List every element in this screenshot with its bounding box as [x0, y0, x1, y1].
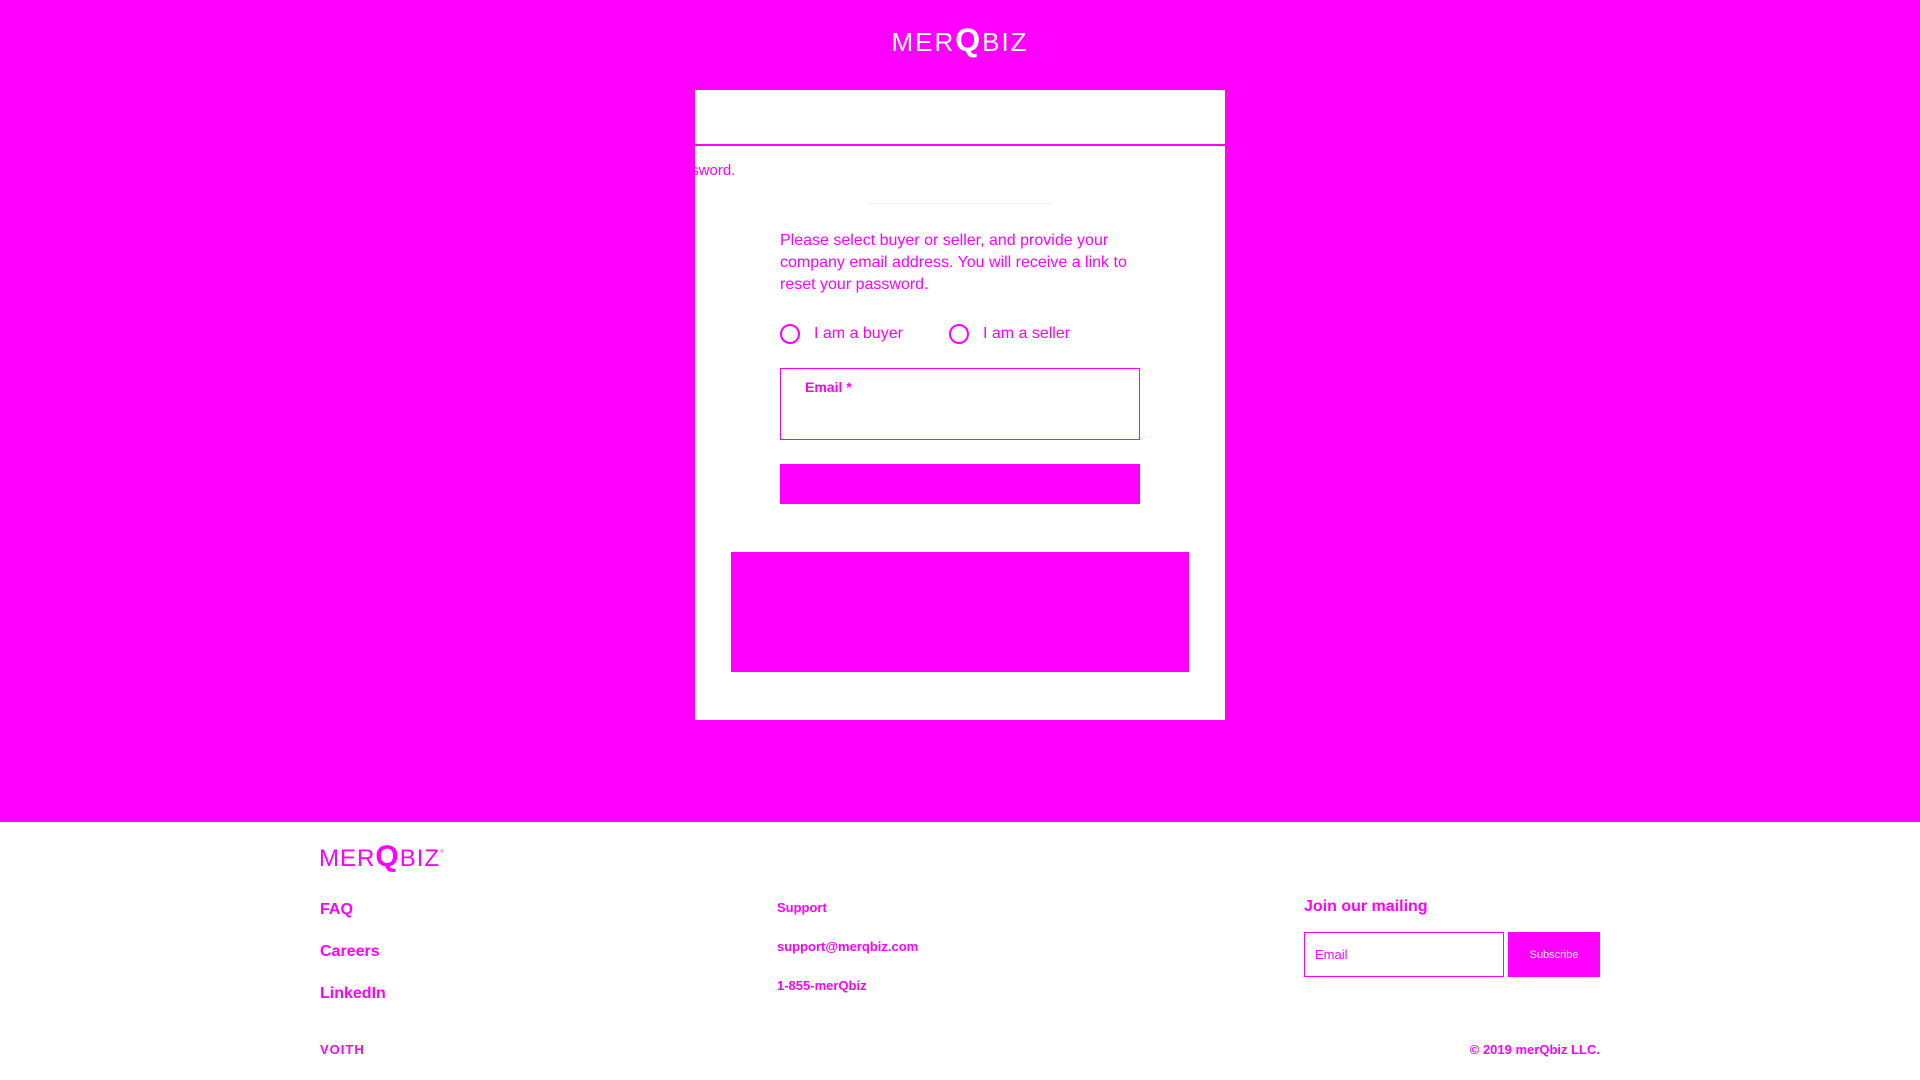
- submit-button[interactable]: [780, 464, 1140, 504]
- radio-buyer-label[interactable]: I am a buyer: [814, 325, 903, 343]
- footer-link-faq[interactable]: FAQ: [320, 898, 386, 922]
- radio-seller[interactable]: I am a seller: [948, 324, 1070, 344]
- footer-logo-suffix: BIZ: [399, 845, 441, 872]
- footer-logo-q: Q: [375, 840, 400, 873]
- instructions-text: Please select buyer or seller, and provi…: [780, 232, 1127, 293]
- radio-buyer[interactable]: I am a buyer: [780, 324, 903, 344]
- support-title: Support: [777, 900, 827, 915]
- radio-buyer-circle[interactable]: [780, 324, 800, 344]
- email-input[interactable]: [805, 403, 1119, 431]
- radio-seller-label[interactable]: I am a seller: [983, 325, 1070, 343]
- info-block: [731, 552, 1189, 672]
- footer-logo[interactable]: MERQBIZ°: [319, 840, 445, 874]
- overflow-text: password.: [691, 162, 736, 179]
- footer-link-linkedin[interactable]: LinkedIn: [320, 982, 386, 1006]
- mailing-title: Join our mailing: [1304, 898, 1428, 915]
- subscribe-button[interactable]: Subscribe: [1508, 932, 1600, 977]
- logo-text-q: Q: [955, 22, 983, 58]
- email-label: Email *: [805, 379, 852, 395]
- footer-links: FAQ Careers LinkedIn: [320, 898, 386, 1024]
- support-phone-link[interactable]: 1-855-merQbiz: [777, 976, 918, 996]
- logo-text-prefix: MER: [891, 27, 956, 57]
- footer-link-careers[interactable]: Careers: [320, 940, 386, 964]
- copyright-text: © 2019 merQbiz LLC.: [1469, 1042, 1600, 1057]
- header-logo[interactable]: MERQBIZ: [0, 22, 1920, 59]
- mailing-email-input[interactable]: [1304, 932, 1504, 977]
- footer-logo-mark: °: [440, 849, 446, 860]
- footer-logo-prefix: MER: [319, 845, 376, 872]
- logo-text-suffix: BIZ: [982, 27, 1029, 57]
- voith-logo[interactable]: VOITH: [320, 1042, 365, 1057]
- reset-password-card: password. Please select buyer or seller,…: [691, 90, 1225, 720]
- support-email-link[interactable]: support@merqbiz.com: [777, 937, 918, 957]
- hero-background: MERQBIZ password. Please select buyer or…: [0, 0, 1920, 822]
- email-field[interactable]: Email *: [780, 368, 1140, 440]
- footer: MERQBIZ° FAQ Careers LinkedIn Support su…: [0, 822, 1920, 1080]
- role-radio-group: I am a buyer I am a seller: [780, 320, 1140, 348]
- divider: [868, 203, 1052, 204]
- radio-seller-circle[interactable]: [948, 324, 969, 344]
- footer-support: Support support@merqbiz.com 1-855-merQbi…: [777, 898, 918, 1015]
- card-header: [695, 90, 1225, 146]
